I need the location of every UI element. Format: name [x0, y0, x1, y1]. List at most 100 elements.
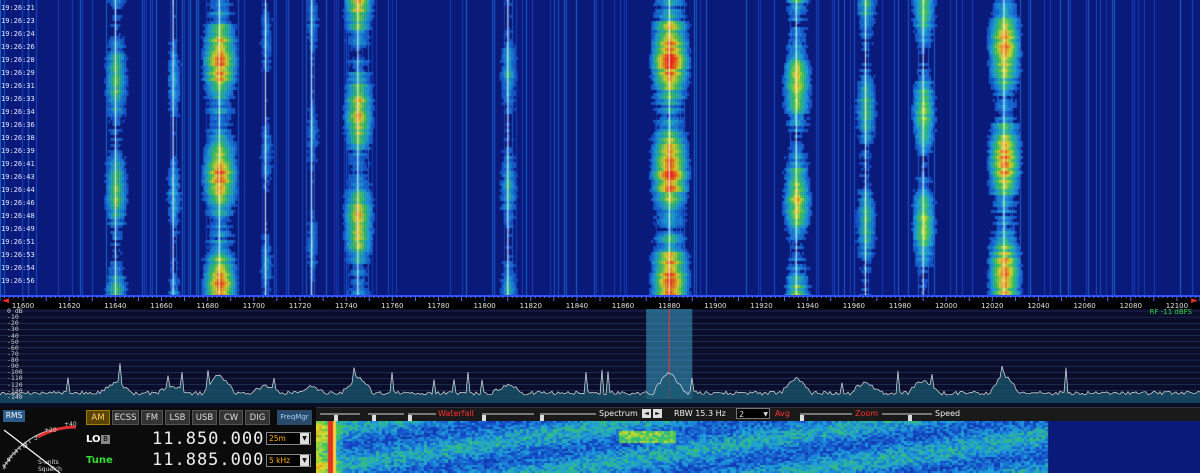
scroll-left-icon[interactable]: ◄ [2, 296, 9, 306]
smeter-label: 9 [7, 457, 11, 464]
lo-frequency[interactable]: 11.850.000 [152, 429, 264, 449]
band-value: 25m [269, 434, 286, 443]
frequency-tick-label: 11940 [797, 302, 819, 309]
frequency-tick-label: 11760 [381, 302, 403, 309]
waterfall-display[interactable] [0, 0, 1200, 295]
frequency-tick-label: 12040 [1027, 302, 1049, 309]
timestamp-label: 19:26:29 [1, 69, 35, 77]
slider-track[interactable] [320, 413, 360, 422]
slider-track[interactable] [368, 413, 404, 422]
freqmgr-button[interactable]: FreqMgr [277, 410, 312, 425]
band-select[interactable]: 25m ▼ [266, 432, 311, 445]
timestamp-label: 19:26:43 [1, 173, 35, 181]
smeter-caption-squelch: Squelch [38, 466, 62, 473]
frequency-tick-label: 11960 [843, 302, 865, 309]
display-control-bar: Waterfall Spectrum ◄ ► RBW 15.3 Hz 2 ▼ A… [316, 407, 1200, 422]
timestamp-label: 19:26:41 [1, 160, 35, 168]
timestamp-label: 19:26:46 [1, 199, 35, 207]
chevron-down-icon: ▼ [763, 411, 768, 418]
rbw-increase-icon[interactable]: ► [653, 409, 662, 418]
frequency-scale: 11600 11620 11640 11660 11680 11700 11720 11740… [0, 295, 1200, 309]
frequency-tick-label: 11840 [566, 302, 588, 309]
timestamp-label: 19:26:31 [1, 82, 35, 90]
lo-badge-button[interactable]: B [101, 435, 110, 444]
smeter-label: 1 [2, 464, 6, 471]
mode-fm-button[interactable]: FM [141, 410, 163, 425]
mode-cw-button[interactable]: CW [219, 410, 243, 425]
speed-label: Speed [935, 409, 961, 418]
slider-track[interactable] [408, 413, 436, 422]
smeter-label: 3 [34, 435, 38, 442]
frequency-scale-bar[interactable]: 11600 11620 11640 11660 11680 11700 11720 11740… [0, 295, 1200, 309]
timestamp-label: 19:26:28 [1, 56, 35, 64]
mode-lsb-button[interactable]: LSB [165, 410, 190, 425]
frequency-tick-label: 11660 [150, 302, 172, 309]
timestamp-label: 19:26:53 [1, 251, 35, 259]
mode-usb-button[interactable]: USB [192, 410, 217, 425]
waterfall-label: Waterfall [438, 409, 474, 418]
frequency-tick-label: 11920 [750, 302, 772, 309]
receiver-panel: RMS +20 +40 3 5 7 9 1 S-units Squelch AM… [0, 407, 316, 473]
scroll-right-icon[interactable]: ► [1191, 296, 1198, 306]
frequency-tick-label: 11640 [104, 302, 126, 309]
timestamp-label: 19:26:21 [1, 4, 35, 12]
frequency-tick-label: 11800 [473, 302, 495, 309]
spectrum-display[interactable] [0, 309, 1200, 407]
timestamp-label: 19:26:56 [1, 277, 35, 285]
zoom-label: Zoom [855, 409, 879, 418]
timestamp-label: 19:26:24 [1, 30, 35, 38]
frequency-tick-label: 11980 [889, 302, 911, 309]
frequency-tick-label: 11620 [58, 302, 80, 309]
rf-level-readout: RF -11 dBFS [1149, 308, 1192, 316]
avg-label: Avg [775, 409, 790, 418]
spectrum-label: Spectrum [599, 409, 638, 418]
chevron-down-icon: ▼ [300, 455, 309, 466]
timestamp-label: 19:26:34 [1, 108, 35, 116]
avg-value: 2 [739, 410, 745, 419]
chevron-down-icon: ▼ [300, 433, 309, 444]
slider-track[interactable] [800, 413, 852, 422]
frequency-tick-label: 11700 [243, 302, 265, 309]
zoom-waterfall-display[interactable] [316, 421, 1200, 473]
rbw-decrease-icon[interactable]: ◄ [642, 409, 651, 418]
slider-track[interactable] [882, 413, 932, 422]
slider-track[interactable] [482, 413, 534, 422]
avg-select[interactable]: 2 ▼ [736, 408, 770, 419]
rbw-label: RBW 15.3 Hz [674, 409, 726, 418]
smeter-label: +40 [64, 421, 77, 428]
timestamp-label: 19:26:38 [1, 134, 35, 142]
timestamp-label: 19:26:49 [1, 225, 35, 233]
timestamp-label: 19:26:23 [1, 17, 35, 25]
timestamp-label: 19:26:36 [1, 121, 35, 129]
db-label: -140 [7, 392, 23, 401]
mode-ecss-button[interactable]: ECSS [112, 410, 139, 425]
tune-frequency[interactable]: 11.885.000 [152, 450, 264, 470]
timestamp-label: 19:26:39 [1, 147, 35, 155]
frequency-tick-label: 11720 [289, 302, 311, 309]
step-select[interactable]: 5 kHz ▼ [266, 454, 311, 467]
frequency-tick-label: 11860 [612, 302, 634, 309]
frequency-tick-label: 11680 [197, 302, 219, 309]
tune-label: Tune [86, 455, 113, 466]
smeter-label: 5 [24, 443, 28, 450]
frequency-tick-label: 11780 [427, 302, 449, 309]
lo-label: LO [86, 434, 101, 445]
frequency-tick-label: 12020 [981, 302, 1003, 309]
mode-am-button[interactable]: AM [86, 410, 110, 425]
timestamp-label: 19:26:48 [1, 212, 35, 220]
timestamp-label: 19:26:54 [1, 264, 35, 272]
slider-track[interactable] [540, 413, 596, 422]
timestamp-label: 19:26:44 [1, 186, 35, 194]
timestamp-label: 19:26:51 [1, 238, 35, 246]
smeter-caption-units: S-units [38, 459, 59, 466]
timestamp-column: 19:26:21 19:26:23 19:26:24 19:26:26 19:26:28… [0, 0, 35, 295]
smeter-label: +20 [44, 427, 57, 434]
timestamp-label: 19:26:26 [1, 43, 35, 51]
timestamp-label: 19:26:33 [1, 95, 35, 103]
step-value: 5 kHz [269, 456, 291, 465]
frequency-tick-label: 11820 [520, 302, 542, 309]
mode-dig-button[interactable]: DIG [245, 410, 270, 425]
frequency-tick-label: 11880 [658, 302, 680, 309]
frequency-tick-label: 11900 [704, 302, 726, 309]
frequency-tick-label: 11740 [335, 302, 357, 309]
